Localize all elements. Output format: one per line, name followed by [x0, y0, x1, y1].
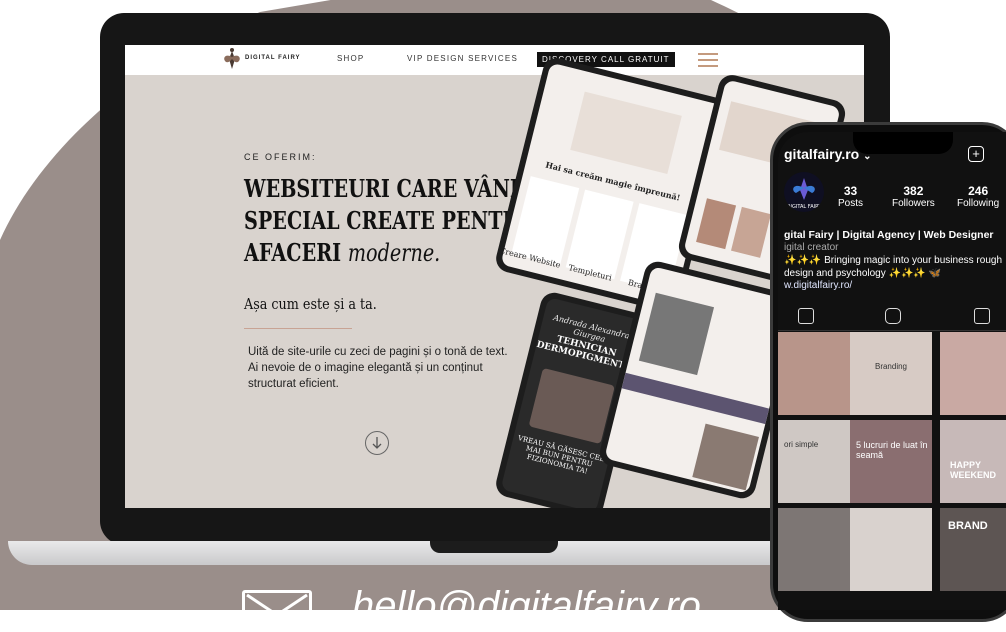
hero-divider — [244, 328, 352, 329]
ig-website-link[interactable]: w.digitalfairy.ro/ — [784, 280, 852, 291]
ig-post-tile[interactable]: BRAND — [940, 508, 1006, 591]
posts-stat[interactable]: 33 Posts — [838, 184, 863, 209]
tile-label: 5 lucruri de luat în seamă — [856, 440, 928, 460]
reels-icon[interactable] — [885, 308, 901, 324]
mock-band — [621, 372, 770, 425]
tile-label: BRAND — [948, 520, 988, 532]
posts-count: 33 — [843, 184, 858, 198]
ig-post-tile[interactable]: HAPPY WEEKEND — [940, 420, 1006, 503]
phone-notch — [853, 132, 953, 154]
headline-line-3: AFACERI moderne. — [244, 237, 468, 269]
ig-handle-text: gitalfairy.ro — [784, 146, 860, 162]
avatar[interactable]: DIGITAL FAIRY — [784, 172, 824, 212]
mock-thumb — [696, 198, 737, 250]
followers-stat[interactable]: 382 Followers — [892, 184, 935, 209]
ig-post-tile[interactable] — [778, 332, 860, 415]
laptop-notch — [430, 541, 558, 553]
ig-post-tile[interactable] — [778, 508, 860, 591]
mock-thumb — [731, 206, 771, 258]
followers-label: Followers — [892, 198, 935, 209]
headline-line-1: WEBSITEURI CARE VÂND — [244, 174, 527, 203]
following-stat[interactable]: 246 Following — [957, 184, 999, 209]
ig-post-tile[interactable] — [850, 508, 932, 591]
ig-category: igital creator — [784, 242, 839, 253]
tile-label: HAPPY WEEKEND — [950, 460, 997, 480]
email-address[interactable]: hello@digitalfairy.ro — [352, 584, 701, 629]
nav-vip-link[interactable]: VIP DESIGN SERVICES — [407, 54, 518, 63]
following-count: 246 — [968, 184, 989, 198]
ig-tabs — [778, 302, 1006, 331]
website-screen: DIGITAL FAIRY SHOP VIP DESIGN SERVICES D… — [125, 45, 864, 508]
headline-afaceri: AFACERI — [244, 238, 342, 267]
avatar-text: DIGITAL FAIRY — [787, 204, 823, 210]
headline-script-word: moderne. — [347, 239, 441, 267]
ig-post-tile[interactable]: 5 lucruri de luat în seamă — [850, 420, 932, 503]
ig-post-tile[interactable] — [940, 332, 1006, 415]
headline-line-2: SPECIAL CREATE PENTRU — [244, 206, 536, 235]
phone-mock-photo — [528, 367, 615, 445]
brand-name[interactable]: DIGITAL FAIRY — [245, 55, 301, 61]
arrow-down-circle-icon[interactable] — [365, 431, 389, 455]
ig-post-tile[interactable]: Branding — [850, 332, 932, 415]
plus-square-icon[interactable]: + — [968, 146, 984, 162]
ig-bio: ✨✨✨ Bringing magic into your business ro… — [784, 255, 1003, 279]
hamburger-icon[interactable] — [698, 53, 718, 67]
hero-subheadline: Așa cum este și a ta. — [244, 295, 377, 313]
followers-count: 382 — [903, 184, 924, 198]
tile-label: Branding — [874, 362, 908, 371]
site-nav: DIGITAL FAIRY SHOP VIP DESIGN SERVICES D… — [125, 45, 864, 75]
hero-headline: WEBSITEURI CARE VÂND SPECIAL CREATE PENT… — [244, 173, 536, 269]
mail-icon — [242, 590, 312, 630]
mock-photo — [638, 292, 715, 376]
hero-eyebrow: CE OFERIM: — [244, 152, 317, 162]
posts-label: Posts — [838, 198, 864, 209]
mock-photo — [692, 423, 759, 491]
instagram-profile: gitalfairy.ro ⌄ + DIGITAL FAIRY 33 Posts … — [778, 132, 1006, 610]
ig-post-tile[interactable]: ori simple — [778, 420, 860, 503]
fairy-logo-icon[interactable] — [221, 47, 243, 73]
grid-icon[interactable] — [798, 308, 814, 324]
tile-label: ori simple — [784, 440, 819, 449]
following-label: Following — [957, 198, 1000, 209]
ig-profile-name: gital Fairy | Digital Agency | Web Desig… — [784, 229, 994, 241]
mock-hero-image — [570, 91, 682, 175]
tagged-icon[interactable] — [974, 308, 990, 324]
nav-shop-link[interactable]: SHOP — [337, 54, 364, 63]
hero-body: Uită de site-urile cu zeci de pagini și … — [248, 346, 508, 390]
